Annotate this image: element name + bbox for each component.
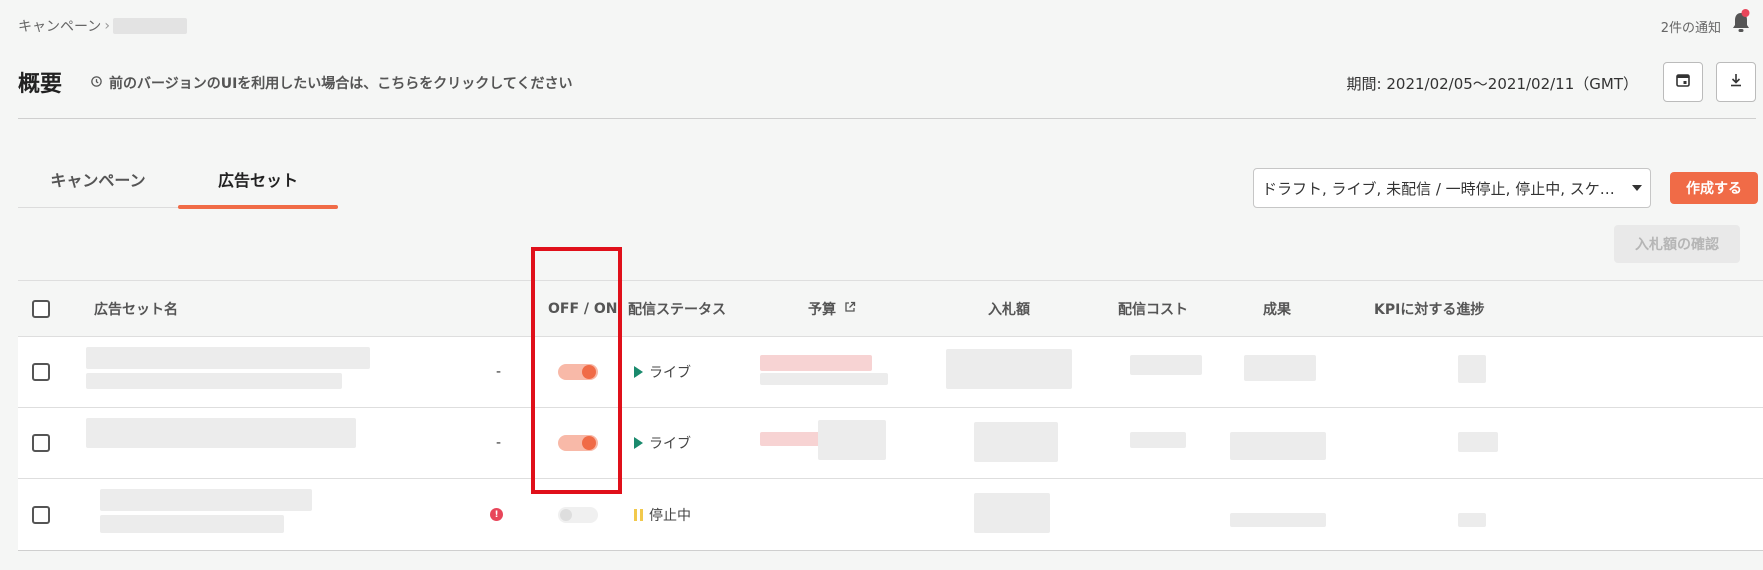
status-filter-value: ドラフト, ライブ, 未配信 / 一時停止, 停止中, スケ…: [1262, 179, 1615, 198]
redacted-budget: [760, 355, 872, 371]
delivery-status-label: ライブ: [649, 436, 691, 452]
table-row[interactable]: ! 停止中: [18, 479, 1763, 551]
row-checkbox[interactable]: [32, 505, 50, 524]
row-flag: -: [496, 364, 502, 380]
row-checkbox[interactable]: [32, 434, 50, 452]
column-header-budget[interactable]: 予算: [808, 281, 856, 336]
redacted-bid: [974, 422, 1058, 462]
redacted-kpi: [1458, 513, 1486, 527]
history-icon: [90, 75, 103, 92]
delivery-toggle[interactable]: [558, 435, 598, 451]
breadcrumb-separator: ›: [104, 18, 110, 34]
redacted-cost: [1130, 355, 1202, 375]
delivery-status-label: 停止中: [649, 507, 691, 524]
play-icon: [634, 366, 643, 378]
redacted-kpi: [1458, 355, 1486, 383]
column-header-budget-label: 予算: [808, 301, 836, 318]
redacted-ad-set-name[interactable]: [100, 489, 312, 511]
ad-set-table: 広告セット名 OFF / ON 配信ステータス 予算 入札額 配信コスト 成果 …: [18, 280, 1763, 551]
table-row[interactable]: - ライブ: [18, 408, 1763, 479]
redacted-ad-set-name[interactable]: [86, 418, 356, 448]
delivery-toggle[interactable]: [558, 506, 598, 523]
toggle-knob: [560, 508, 572, 521]
tab-campaign[interactable]: キャンペーン: [18, 150, 178, 207]
toggle-knob: [582, 365, 596, 379]
pause-icon: [634, 508, 643, 521]
column-header-result[interactable]: 成果: [1263, 281, 1291, 336]
legacy-ui-link-text: 前のバージョンのUIを利用したい場合は、こちらをクリックしてください: [109, 76, 573, 92]
legacy-ui-link[interactable]: 前のバージョンのUIを利用したい場合は、こちらをクリックしてください: [90, 73, 572, 93]
breadcrumb-redacted-campaign[interactable]: [112, 18, 187, 34]
delivery-toggle[interactable]: [558, 364, 598, 380]
column-header-kpi[interactable]: KPIに対する進捗: [1374, 281, 1484, 336]
confirm-bid-button[interactable]: 入札額の確認: [1614, 225, 1740, 263]
header-divider: [18, 118, 1756, 119]
redacted-ad-set-name: [100, 515, 284, 533]
redacted-result: [1244, 355, 1316, 381]
tab-ad-set[interactable]: 広告セット: [178, 150, 338, 209]
redacted-ad-set-name[interactable]: [86, 347, 370, 369]
period-range: 期間: 2021/02/05〜2021/02/11（GMT）: [1346, 75, 1638, 93]
redacted-budget: [818, 420, 886, 460]
notification-count[interactable]: 2件の通知: [1661, 17, 1721, 36]
redacted-bid: [946, 349, 1072, 389]
caret-down-icon: [1632, 185, 1642, 191]
redacted-result: [1230, 513, 1326, 527]
redacted-result: [1230, 432, 1326, 460]
external-link-icon[interactable]: [844, 301, 856, 317]
calendar-icon: [1675, 72, 1691, 92]
breadcrumb: キャンペーン ›: [18, 16, 187, 36]
delivery-status: ライブ: [634, 433, 691, 453]
delivery-status-label: ライブ: [649, 365, 691, 381]
error-icon[interactable]: !: [490, 508, 503, 521]
row-flag: -: [496, 435, 502, 451]
select-all-cell: [32, 281, 50, 336]
select-all-checkbox[interactable]: [32, 299, 50, 318]
status-filter-select[interactable]: ドラフト, ライブ, 未配信 / 一時停止, 停止中, スケ…: [1253, 168, 1651, 208]
create-button[interactable]: 作成する: [1670, 172, 1758, 204]
download-button[interactable]: [1716, 62, 1756, 102]
delivery-status: 停止中: [634, 505, 691, 525]
redacted-kpi: [1458, 432, 1498, 452]
page-title: 概要: [18, 72, 63, 97]
column-header-status[interactable]: 配信ステータス: [628, 281, 726, 336]
row-checkbox[interactable]: [32, 363, 50, 381]
bell-icon[interactable]: [1729, 8, 1753, 36]
download-icon: [1728, 72, 1744, 92]
play-icon: [634, 437, 643, 449]
toggle-knob: [582, 436, 596, 450]
calendar-button[interactable]: [1663, 62, 1703, 102]
column-header-bid[interactable]: 入札額: [988, 281, 1030, 336]
table-row[interactable]: - ライブ: [18, 337, 1763, 408]
tab-bar: キャンペーン 広告セット: [18, 150, 338, 209]
breadcrumb-root[interactable]: キャンペーン: [18, 16, 101, 36]
delivery-status: ライブ: [634, 362, 691, 382]
redacted-budget: [760, 373, 888, 385]
redacted-ad-set-name: [86, 373, 342, 389]
column-header-toggle: OFF / ON: [548, 300, 618, 317]
table-header-row: 広告セット名 OFF / ON 配信ステータス 予算 入札額 配信コスト 成果 …: [18, 281, 1763, 337]
column-header-cost[interactable]: 配信コスト: [1118, 281, 1188, 336]
redacted-bid: [974, 493, 1050, 533]
redacted-cost: [1130, 432, 1186, 448]
column-header-name[interactable]: 広告セット名: [94, 281, 178, 336]
